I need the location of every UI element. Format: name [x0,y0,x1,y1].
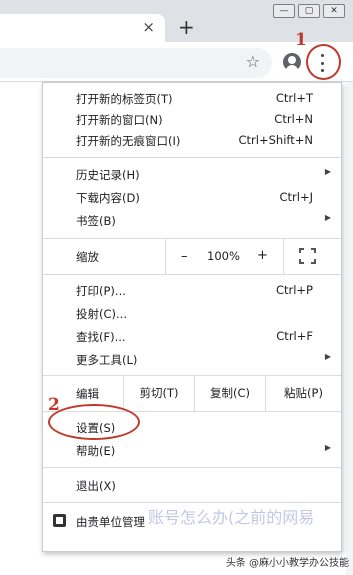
menu-divider [43,157,341,158]
menu-item-exit[interactable]: 退出(X) [43,474,341,495]
divider [283,239,284,274]
cut-button[interactable]: 剪切(T) [124,376,194,411]
edit-label: 编辑 [76,387,99,401]
window-controls: — ▢ ✕ [273,4,345,18]
chevron-right-icon: ▶ [324,167,331,176]
menu-item-bookmarks[interactable]: 书签(B) ▶ [43,209,341,230]
address-bar[interactable]: ☆ [0,48,272,78]
menu-item-shortcut: Ctrl+N [274,112,313,126]
browser-tab[interactable]: × [0,14,165,42]
page-edge [346,82,353,575]
menu-item-label: 打印(P)... [76,284,126,298]
menu-item-label: 历史记录(H) [76,168,140,182]
zoom-out-button[interactable]: – [181,249,188,264]
menu-item-label: 书签(B) [76,214,116,228]
menu-item-label: 下载内容(D) [76,191,140,205]
menu-item-label: 打开新的标签页(T) [76,92,173,106]
menu-divider [43,502,341,503]
source-credit: 头条 @麻小小教学办公技能 [225,558,349,569]
menu-item-downloads[interactable]: 下载内容(D) Ctrl+J [43,186,341,207]
fullscreen-icon[interactable] [299,248,316,264]
overlay-caption: 账号怎么办(之前的网易 [148,508,315,527]
profile-icon[interactable] [283,53,301,71]
star-icon[interactable]: ☆ [246,52,260,71]
menu-item-new-tab[interactable]: 打开新的标签页(T) Ctrl+T [43,87,341,108]
zoom-level: 100% [207,249,240,263]
menu-item-label: 投射(C)... [76,307,127,321]
menu-item-label: 退出(X) [76,479,116,493]
copy-button[interactable]: 复制(C) [195,376,265,411]
minimize-icon[interactable]: — [273,4,295,18]
building-icon [53,514,66,527]
menu-item-find[interactable]: 查找(F)... Ctrl+F [43,325,341,346]
chevron-right-icon: ▶ [324,213,331,222]
menu-item-label: 打开新的窗口(N) [76,113,163,127]
zoom-row: 缩放 – 100% + [43,239,341,274]
chevron-right-icon: ▶ [324,352,331,361]
menu-item-cast[interactable]: 投射(C)... [43,302,341,323]
annotation-circle-menu [306,44,341,80]
menu-item-shortcut: Ctrl+T [275,91,313,105]
menu-item-more-tools[interactable]: 更多工具(L) ▶ [43,348,341,369]
chrome-menu: 打开新的标签页(T) Ctrl+T 打开新的窗口(N) Ctrl+N 打开新的无… [42,82,342,552]
zoom-label: 缩放 [76,250,99,264]
zoom-in-button[interactable]: + [257,248,268,263]
paste-button[interactable]: 粘贴(P) [266,376,341,411]
annotation-step-1: 1 [295,30,307,50]
tab-close-icon[interactable]: × [142,18,155,36]
managed-label: 由贵单位管理 [76,515,145,529]
menu-divider [43,467,341,468]
menu-divider [43,274,341,275]
menu-item-shortcut: Ctrl+Shift+N [238,133,313,147]
menu-item-new-incognito[interactable]: 打开新的无痕窗口(I) Ctrl+Shift+N [43,129,341,150]
chevron-right-icon: ▶ [324,443,331,452]
menu-item-history[interactable]: 历史记录(H) ▶ [43,163,341,184]
close-icon[interactable]: ✕ [323,4,345,18]
menu-item-shortcut: Ctrl+F [276,329,313,343]
annotation-step-2: 2 [48,395,60,415]
menu-item-label: 帮助(E) [76,444,116,458]
menu-item-shortcut: Ctrl+P [275,283,313,297]
menu-item-label: 打开新的无痕窗口(I) [76,134,181,148]
menu-item-help[interactable]: 帮助(E) ▶ [43,439,341,460]
menu-item-shortcut: Ctrl+J [279,190,314,204]
new-tab-button[interactable]: + [178,15,195,39]
menu-item-label: 查找(F)... [76,330,126,344]
restore-icon[interactable]: ▢ [298,4,320,18]
menu-item-label: 更多工具(L) [76,353,138,367]
annotation-circle-settings [48,404,140,440]
menu-item-print[interactable]: 打印(P)... Ctrl+P [43,279,341,300]
divider [165,239,166,274]
menu-item-new-window[interactable]: 打开新的窗口(N) Ctrl+N [43,108,341,129]
